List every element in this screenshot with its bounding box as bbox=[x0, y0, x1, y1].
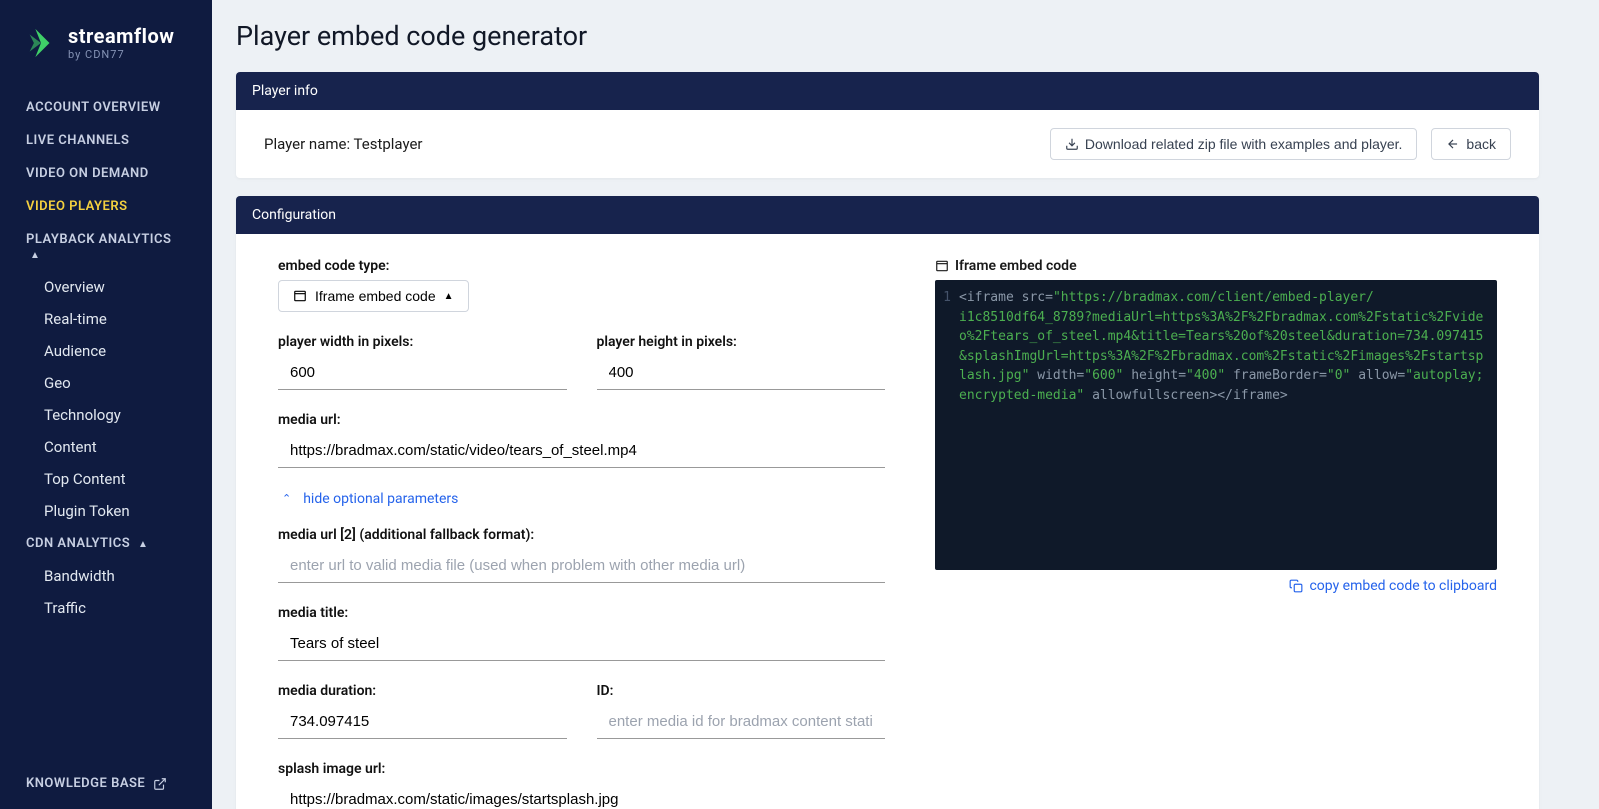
media-duration-input[interactable] bbox=[278, 705, 567, 739]
embed-type-dropdown[interactable]: Iframe embed code ▲ bbox=[278, 280, 469, 312]
player-name-value: Testplayer bbox=[354, 135, 423, 153]
nav-live-channels[interactable]: LIVE CHANNELS bbox=[0, 124, 212, 157]
code-block[interactable]: 1 <iframe src="https://bradmax.com/clien… bbox=[935, 280, 1497, 570]
player-name-label: Player name: bbox=[264, 135, 354, 153]
player-info-panel: Player info Player name: Testplayer Down… bbox=[236, 72, 1539, 178]
caret-up-icon: ▲ bbox=[444, 291, 454, 302]
media-id-input[interactable] bbox=[597, 705, 886, 739]
nav-account-overview[interactable]: ACCOUNT OVERVIEW bbox=[0, 91, 212, 124]
nav-video-players[interactable]: VIDEO PLAYERS bbox=[0, 190, 212, 223]
media-title-label: media title: bbox=[278, 605, 885, 621]
toggle-optional-label: hide optional parameters bbox=[303, 491, 458, 507]
nav-knowledge-base-label: KNOWLEDGE BASE bbox=[26, 776, 145, 791]
media-url-input[interactable] bbox=[278, 434, 885, 468]
media-url-label: media url: bbox=[278, 412, 885, 428]
config-form: embed code type: Iframe embed code ▲ pla… bbox=[250, 258, 895, 809]
toggle-optional-params[interactable]: ⌃ hide optional parameters bbox=[282, 491, 458, 507]
nav-group-cdn[interactable]: CDN ANALYTICS ▲ bbox=[0, 527, 212, 560]
page-title: Player embed code generator bbox=[236, 20, 1539, 52]
sidebar: streamflow by CDN77 ACCOUNT OVERVIEW LIV… bbox=[0, 0, 212, 809]
brand-subtitle: by CDN77 bbox=[68, 48, 174, 61]
brand-name: streamflow bbox=[68, 24, 174, 48]
height-input[interactable] bbox=[597, 356, 886, 390]
code-preview: Iframe embed code 1 <iframe src="https:/… bbox=[935, 258, 1525, 809]
external-link-icon bbox=[153, 777, 167, 791]
media-id-label: ID: bbox=[597, 683, 886, 699]
media-url2-input[interactable] bbox=[278, 549, 885, 583]
height-label: player height in pixels: bbox=[597, 334, 886, 350]
nav-knowledge-base[interactable]: KNOWLEDGE BASE bbox=[0, 758, 212, 809]
nav-sub-overview[interactable]: Overview bbox=[0, 271, 212, 303]
splash-url-input[interactable] bbox=[278, 783, 885, 809]
splash-url-label: splash image url: bbox=[278, 761, 885, 777]
nav-sub-realtime[interactable]: Real-time bbox=[0, 303, 212, 335]
code-content: <iframe src="https://bradmax.com/client/… bbox=[959, 288, 1487, 562]
player-info-header: Player info bbox=[236, 72, 1539, 110]
nav-sub-technology[interactable]: Technology bbox=[0, 399, 212, 431]
download-zip-label: Download related zip file with examples … bbox=[1085, 136, 1403, 152]
nav-sub-content[interactable]: Content bbox=[0, 431, 212, 463]
nav-sub-plugin-token[interactable]: Plugin Token bbox=[0, 495, 212, 527]
media-duration-label: media duration: bbox=[278, 683, 567, 699]
nav-group-cdn-label: CDN ANALYTICS bbox=[26, 536, 130, 551]
nav-sub-geo[interactable]: Geo bbox=[0, 367, 212, 399]
player-name: Player name: Testplayer bbox=[264, 135, 423, 153]
chevron-up-icon: ⌃ bbox=[282, 492, 291, 505]
window-icon bbox=[935, 259, 949, 273]
code-preview-title: Iframe embed code bbox=[955, 258, 1077, 274]
code-preview-header: Iframe embed code bbox=[935, 258, 1497, 274]
width-label: player width in pixels: bbox=[278, 334, 567, 350]
arrow-left-icon bbox=[1446, 137, 1460, 151]
window-icon bbox=[293, 289, 307, 303]
code-gutter: 1 bbox=[943, 288, 959, 562]
download-icon bbox=[1065, 137, 1079, 151]
embed-type-value: Iframe embed code bbox=[315, 288, 436, 304]
back-button[interactable]: back bbox=[1431, 128, 1511, 160]
nav-video-on-demand[interactable]: VIDEO ON DEMAND bbox=[0, 157, 212, 190]
embed-type-label: embed code type: bbox=[278, 258, 885, 274]
copy-code-label: copy embed code to clipboard bbox=[1309, 578, 1497, 594]
back-label: back bbox=[1466, 136, 1496, 152]
main: Player embed code generator Player info … bbox=[212, 0, 1599, 809]
nav-sub-audience[interactable]: Audience bbox=[0, 335, 212, 367]
nav-sub-top-content[interactable]: Top Content bbox=[0, 463, 212, 495]
brand-block: streamflow by CDN77 bbox=[0, 24, 212, 91]
brand-logo-icon bbox=[24, 26, 58, 60]
copy-icon bbox=[1289, 579, 1303, 593]
configuration-panel: Configuration embed code type: Iframe em… bbox=[236, 196, 1539, 809]
caret-up-icon: ▲ bbox=[30, 250, 40, 261]
nav-sub-bandwidth[interactable]: Bandwidth bbox=[0, 560, 212, 592]
media-url2-label: media url [2] (additional fallback forma… bbox=[278, 527, 885, 543]
configuration-header: Configuration bbox=[236, 196, 1539, 234]
nav-group-playback-label: PLAYBACK ANALYTICS bbox=[26, 232, 171, 247]
copy-code-button[interactable]: copy embed code to clipboard bbox=[935, 578, 1497, 594]
nav-group-playback[interactable]: PLAYBACK ANALYTICS ▲ bbox=[0, 223, 212, 271]
media-title-input[interactable] bbox=[278, 627, 885, 661]
nav-sub-traffic[interactable]: Traffic bbox=[0, 592, 212, 624]
width-input[interactable] bbox=[278, 356, 567, 390]
download-zip-button[interactable]: Download related zip file with examples … bbox=[1050, 128, 1418, 160]
caret-up-icon: ▲ bbox=[138, 539, 148, 550]
nav: ACCOUNT OVERVIEW LIVE CHANNELS VIDEO ON … bbox=[0, 91, 212, 758]
